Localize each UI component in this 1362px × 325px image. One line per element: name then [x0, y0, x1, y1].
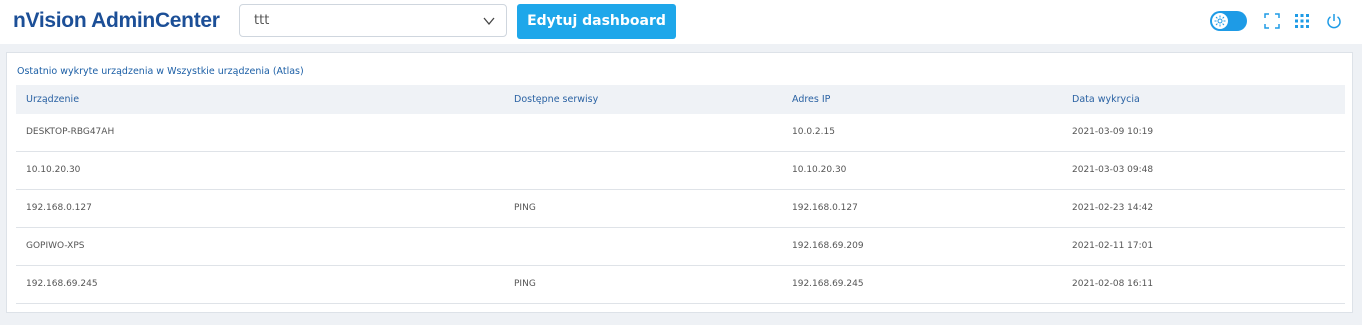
- table-row[interactable]: 192.168.69.245 PING 192.168.69.245 2021-…: [16, 266, 1345, 304]
- table-row[interactable]: 10.10.20.30 10.10.20.30 2021-03-03 09:48: [16, 152, 1345, 190]
- cell-date: 2021-02-08 16:11: [1072, 279, 1154, 289]
- cell-services: PING: [514, 279, 536, 289]
- cell-ip: 10.0.2.15: [792, 127, 835, 137]
- cell-ip: 192.168.69.245: [792, 279, 864, 289]
- column-header-ip[interactable]: Adres IP: [792, 94, 830, 105]
- app-logo[interactable]: nVision AdminCenter: [13, 9, 220, 33]
- table-header: Urządzenie Dostępne serwisy Adres IP Dat…: [16, 85, 1345, 114]
- cell-device: 192.168.0.127: [26, 203, 92, 213]
- fullscreen-icon[interactable]: [1264, 13, 1280, 29]
- edit-dashboard-button[interactable]: Edytuj dashboard: [517, 4, 676, 39]
- top-bar: nVision AdminCenter ttt Edytuj dashboard: [0, 0, 1362, 44]
- table-row[interactable]: DESKTOP-RBG47AH 10.0.2.15 2021-03-09 10:…: [16, 114, 1345, 152]
- apps-grid-icon[interactable]: [1294, 13, 1310, 29]
- cell-ip: 10.10.20.30: [792, 165, 847, 175]
- cell-device: 10.10.20.30: [26, 165, 81, 175]
- column-header-device[interactable]: Urządzenie: [26, 94, 79, 105]
- dashboard-select[interactable]: ttt: [239, 4, 507, 37]
- cell-device: GOPIWO-XPS: [26, 241, 85, 251]
- power-icon[interactable]: [1326, 13, 1342, 29]
- cell-date: 2021-02-23 14:42: [1072, 203, 1154, 213]
- cell-ip: 192.168.69.209: [792, 241, 864, 251]
- dashboard-select-value: ttt: [254, 13, 270, 28]
- table-row[interactable]: 192.168.0.127 PING 192.168.0.127 2021-02…: [16, 190, 1345, 228]
- cell-date: 2021-02-11 17:01: [1072, 241, 1154, 251]
- cell-device: 192.168.69.245: [26, 279, 98, 289]
- column-header-discovery-date[interactable]: Data wykrycia: [1072, 94, 1140, 105]
- theme-toggle[interactable]: [1210, 11, 1247, 31]
- cell-ip: 192.168.0.127: [792, 203, 858, 213]
- panel-title: Ostatnio wykryte urządzenia w Wszystkie …: [17, 66, 304, 77]
- cell-device: DESKTOP-RBG47AH: [26, 127, 115, 137]
- recent-devices-panel: Ostatnio wykryte urządzenia w Wszystkie …: [6, 52, 1353, 313]
- table-row[interactable]: GOPIWO-XPS 192.168.69.209 2021-02-11 17:…: [16, 228, 1345, 266]
- cell-date: 2021-03-03 09:48: [1072, 165, 1154, 175]
- theme-toggle-icon: [1211, 12, 1229, 30]
- chevron-down-icon: [483, 17, 495, 26]
- cell-services: PING: [514, 203, 536, 213]
- column-header-services[interactable]: Dostępne serwisy: [514, 94, 598, 105]
- cell-date: 2021-03-09 10:19: [1072, 127, 1154, 137]
